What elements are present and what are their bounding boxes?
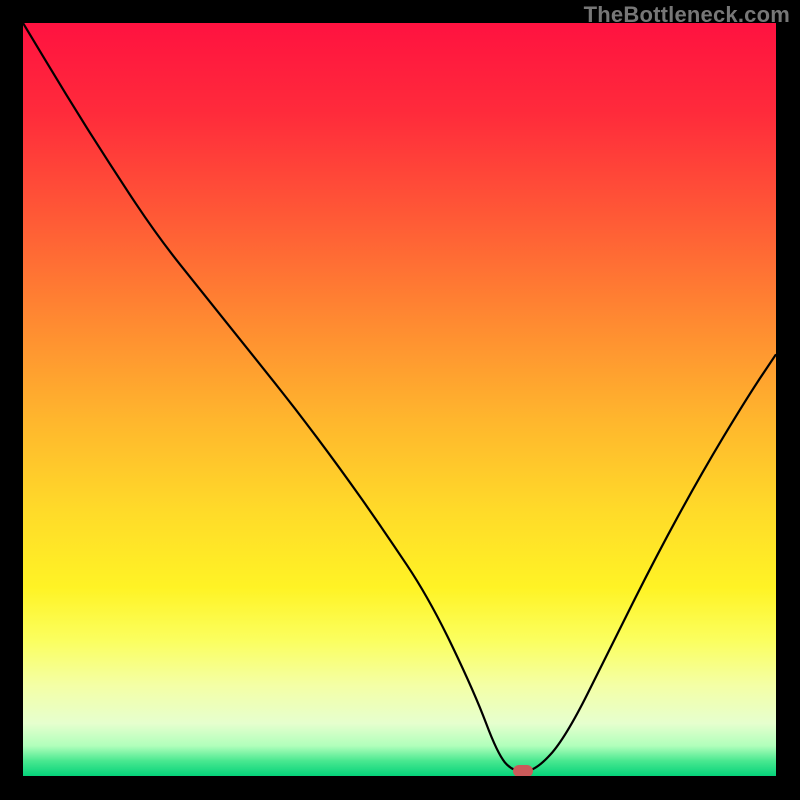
optimum-marker xyxy=(513,765,533,776)
bottleneck-curve xyxy=(23,23,776,772)
plot-area xyxy=(23,23,776,776)
curve-layer xyxy=(23,23,776,776)
chart-stage: TheBottleneck.com xyxy=(0,0,800,800)
